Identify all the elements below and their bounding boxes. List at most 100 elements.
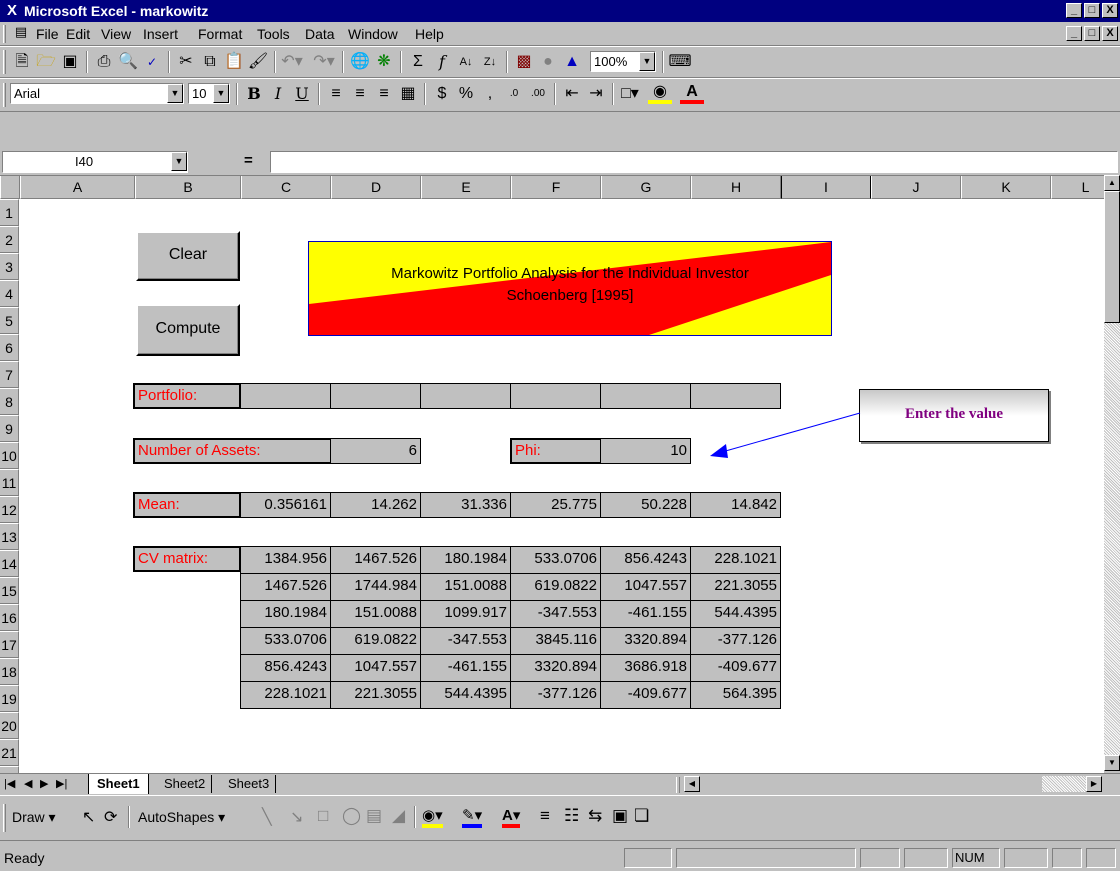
last-sheet-icon[interactable]: ▶| [56, 777, 67, 790]
cv-matrix-cell[interactable]: 3686.918 [600, 654, 691, 682]
new-icon[interactable]: 🗎 [10, 50, 34, 74]
line-style-icon[interactable]: ≡ [540, 806, 550, 826]
cv-matrix-cell[interactable]: 221.3055 [330, 681, 421, 709]
spelling-icon[interactable]: ✓ [140, 50, 164, 74]
column-header-g[interactable]: G [601, 176, 691, 199]
horizontal-scroll-thumb[interactable] [1042, 776, 1086, 792]
autoshapes-menu-button[interactable]: AutoShapes ▾ [138, 809, 225, 826]
clear-button[interactable]: Clear [136, 231, 240, 281]
menu-insert[interactable]: Insert [143, 26, 178, 42]
cv-matrix-cell[interactable]: 533.0706 [240, 627, 331, 655]
tab-sheet2[interactable]: Sheet2 [158, 775, 213, 793]
fill-color-icon[interactable]: ◉ [648, 82, 672, 104]
office-assistant-icon[interactable]: ⌨ [668, 50, 692, 74]
row-header-17[interactable]: 17 [0, 631, 19, 658]
sort-descending-icon[interactable]: Z↓ [478, 50, 502, 74]
row-header-22[interactable]: 22 [0, 766, 19, 773]
compute-button[interactable]: Compute [136, 304, 240, 356]
formula-input[interactable] [270, 151, 1118, 173]
rectangle-icon[interactable]: □ [318, 806, 328, 826]
cv-matrix-cell[interactable]: 3320.894 [510, 654, 601, 682]
doc-restore-button[interactable]: □ [1084, 26, 1100, 41]
document-icon[interactable]: ▤ [12, 24, 30, 42]
menu-view[interactable]: View [101, 26, 131, 42]
print-preview-icon[interactable]: 🔍 [116, 50, 140, 74]
line-color-icon[interactable]: ✎▾ [462, 806, 483, 828]
increase-decimal-icon[interactable]: .0 [502, 82, 526, 106]
row-header-15[interactable]: 15 [0, 577, 19, 604]
drawing-icon[interactable]: ▲ [560, 50, 584, 74]
column-header-f[interactable]: F [511, 176, 601, 199]
column-header-j[interactable]: J [871, 176, 961, 199]
cv-matrix-cell[interactable]: 1467.526 [330, 546, 421, 574]
portfolio-cell[interactable] [600, 383, 691, 409]
cv-matrix-cell[interactable]: -409.677 [690, 654, 781, 682]
cv-matrix-cell[interactable]: 228.1021 [240, 681, 331, 709]
minimize-button[interactable]: _ [1066, 3, 1082, 18]
row-header-11[interactable]: 11 [0, 469, 19, 496]
cv-matrix-cell[interactable]: 228.1021 [690, 546, 781, 574]
font-size-select[interactable]: 10 ▼ [188, 83, 230, 104]
cv-matrix-cell[interactable]: 3845.116 [510, 627, 601, 655]
mean-cell[interactable]: 50.228 [600, 492, 691, 518]
font-color-icon[interactable]: A [680, 82, 704, 104]
currency-icon[interactable]: $ [430, 82, 454, 106]
row-header-13[interactable]: 13 [0, 523, 19, 550]
open-icon[interactable]: 🗁 [34, 50, 58, 74]
percent-icon[interactable]: % [454, 82, 478, 106]
line-icon[interactable]: ╲ [262, 807, 272, 827]
scroll-left-icon[interactable]: ◀ [684, 776, 700, 792]
menu-edit[interactable]: Edit [66, 26, 90, 42]
3d-icon[interactable]: ❏ [634, 806, 649, 826]
decrease-decimal-icon[interactable]: .00 [526, 82, 550, 106]
name-box[interactable]: I40 ▼ [2, 151, 188, 173]
mean-cell[interactable]: 14.262 [330, 492, 421, 518]
increase-indent-icon[interactable]: ⇥ [584, 82, 608, 106]
cv-matrix-cell[interactable]: 619.0822 [510, 573, 601, 601]
portfolio-cell[interactable] [510, 383, 601, 409]
hyperlink-icon[interactable]: 🌐 [348, 50, 372, 74]
format-painter-icon[interactable]: 🖌 [246, 50, 270, 74]
vertical-scrollbar[interactable]: ▲ ▼ [1104, 175, 1120, 773]
paste-icon[interactable]: 📋 [222, 50, 246, 74]
cv-matrix-cell[interactable]: 180.1984 [420, 546, 511, 574]
cv-matrix-cell[interactable]: 3320.894 [600, 627, 691, 655]
row-header-3[interactable]: 3 [0, 253, 19, 280]
portfolio-cell[interactable] [420, 383, 511, 409]
column-header-d[interactable]: D [331, 176, 421, 199]
menu-help[interactable]: Help [415, 26, 444, 42]
bold-icon[interactable]: B [242, 82, 266, 106]
font-select[interactable]: Arial ▼ [10, 83, 184, 104]
oval-icon[interactable]: ◯ [342, 806, 361, 826]
column-header-l[interactable]: L [1051, 176, 1104, 199]
web-toolbar-icon[interactable]: ❋ [372, 50, 396, 74]
align-left-icon[interactable]: ≡ [324, 82, 348, 106]
scroll-track[interactable] [1104, 323, 1120, 755]
row-header-1[interactable]: 1 [0, 199, 19, 226]
comma-icon[interactable]: , [478, 82, 502, 106]
column-header-i[interactable]: I [781, 176, 871, 199]
row-header-18[interactable]: 18 [0, 658, 19, 685]
column-header-h[interactable]: H [691, 176, 781, 199]
cv-matrix-cell[interactable]: -461.155 [420, 654, 511, 682]
row-header-20[interactable]: 20 [0, 712, 19, 739]
row-header-10[interactable]: 10 [0, 442, 19, 469]
column-header-e[interactable]: E [421, 176, 511, 199]
sort-ascending-icon[interactable]: A↓ [454, 50, 478, 74]
row-header-16[interactable]: 16 [0, 604, 19, 631]
tab-split-handle[interactable] [676, 777, 680, 793]
portfolio-cell[interactable] [690, 383, 781, 409]
column-header-b[interactable]: B [135, 176, 241, 199]
row-header-12[interactable]: 12 [0, 496, 19, 523]
restore-button[interactable]: □ [1084, 3, 1100, 18]
row-header-14[interactable]: 14 [0, 550, 19, 577]
cv-matrix-cell[interactable]: 1744.984 [330, 573, 421, 601]
map-icon[interactable]: ● [536, 50, 560, 74]
print-icon[interactable]: ⎙ [92, 50, 116, 74]
cv-matrix-cell[interactable]: -377.126 [690, 627, 781, 655]
close-button[interactable]: X [1102, 3, 1118, 18]
decrease-indent-icon[interactable]: ⇤ [560, 82, 584, 106]
tab-sheet3[interactable]: Sheet3 [222, 775, 277, 793]
italic-icon[interactable]: I [266, 82, 290, 106]
menu-format[interactable]: Format [198, 26, 242, 42]
